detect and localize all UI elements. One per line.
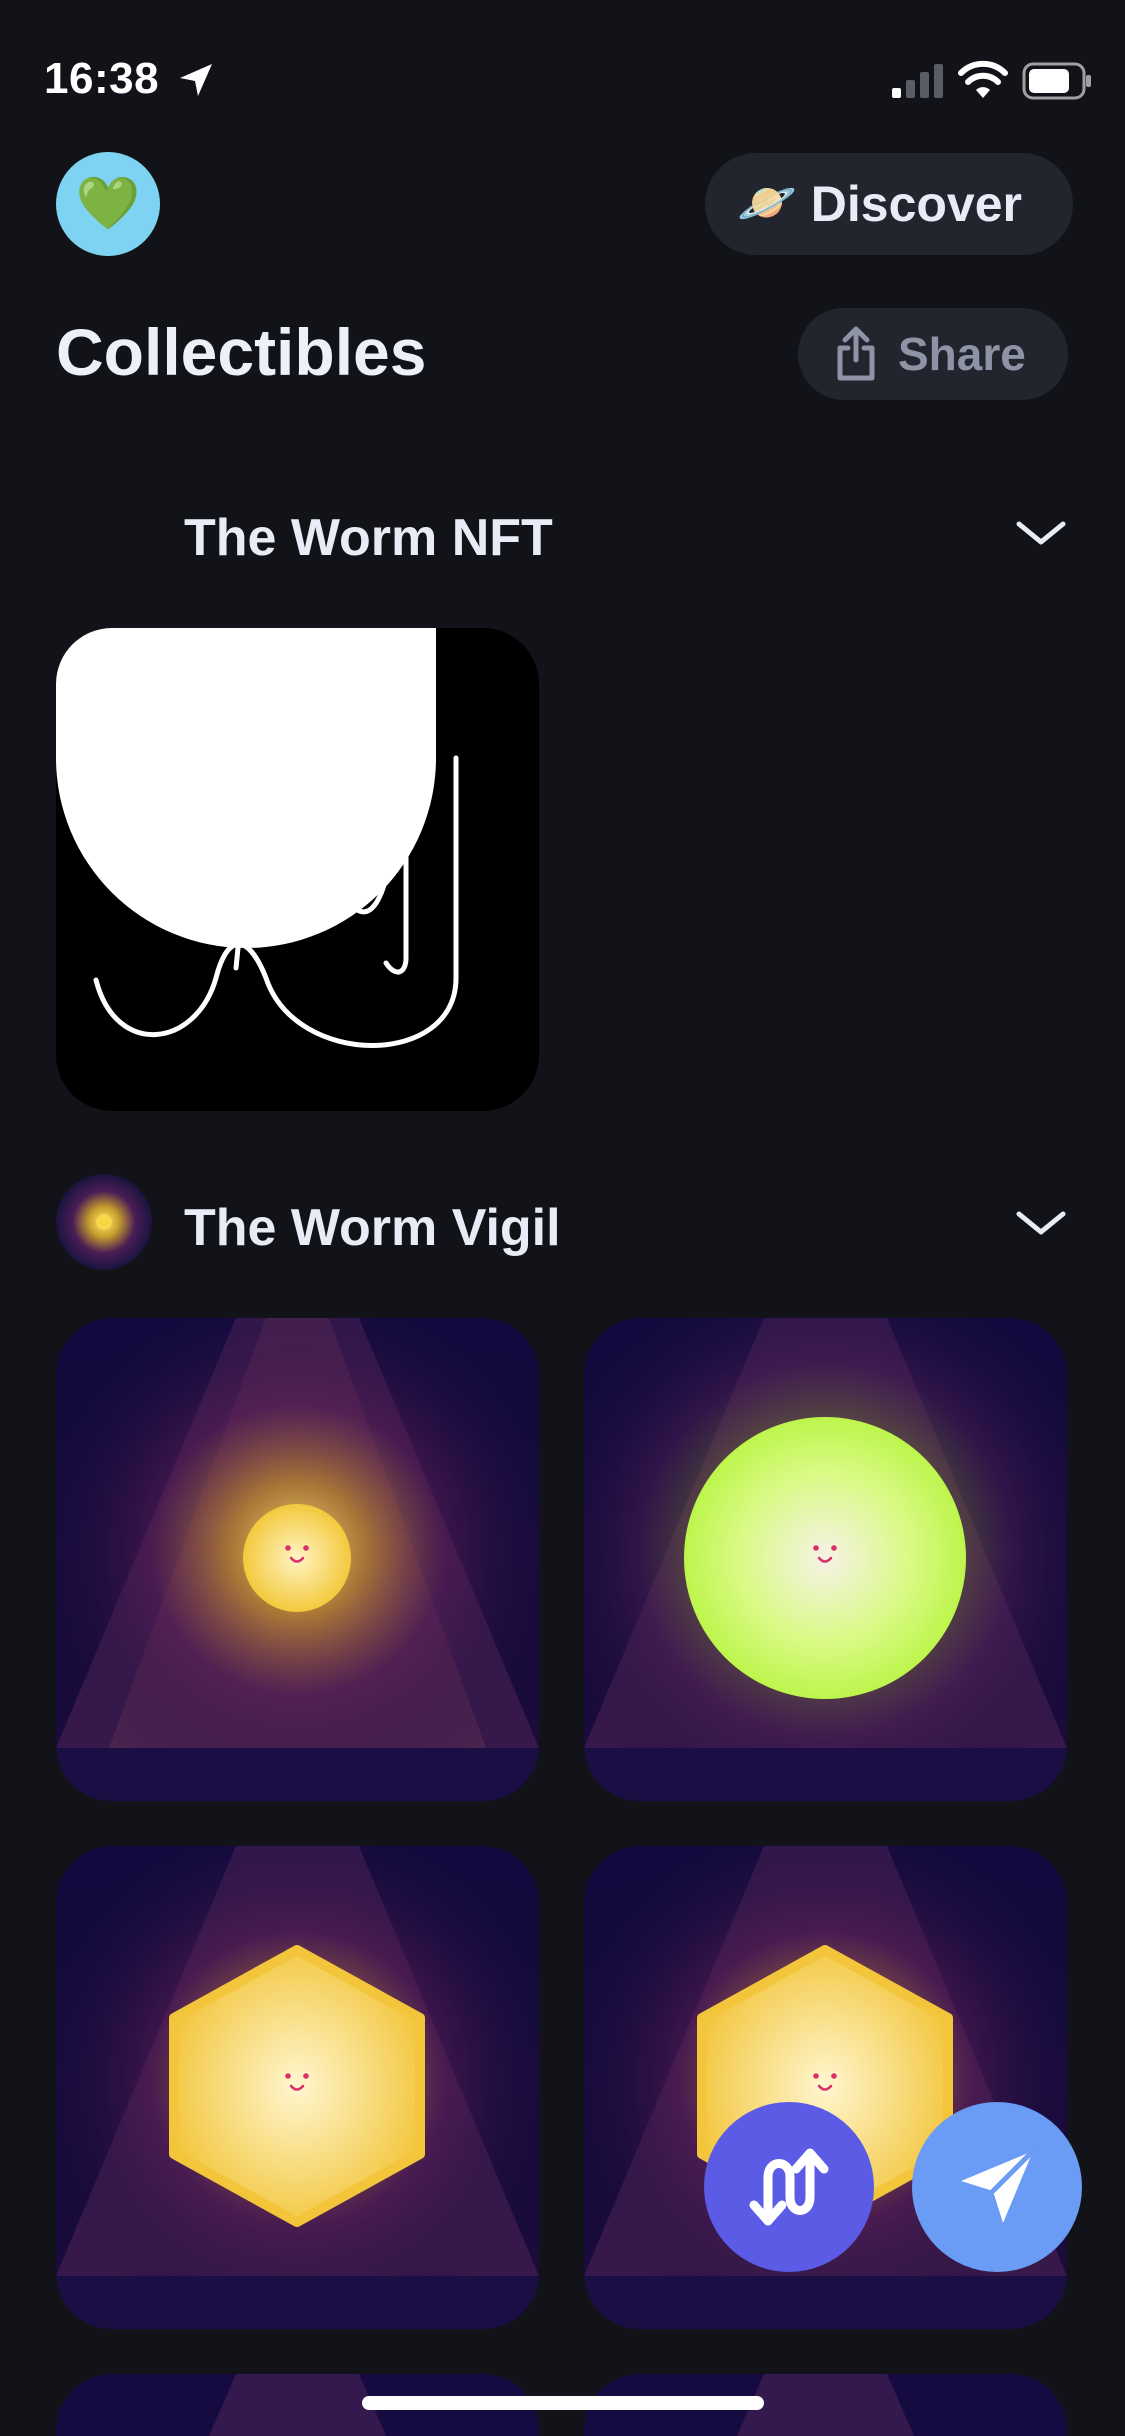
collection-header-worm-nft[interactable]: The Worm NFT (0, 478, 1125, 588)
collection-header-worm-vigil[interactable]: The Worm Vigil (0, 1168, 1125, 1278)
send-icon (961, 2148, 1036, 2223)
collection-thumbnail (56, 1174, 152, 1270)
discover-button[interactable]: 🪐 Discover (705, 153, 1073, 255)
share-button[interactable]: Share (798, 308, 1068, 400)
swap-button[interactable] (704, 2102, 874, 2272)
collection-title: The Worm Vigil (184, 1199, 561, 1257)
avatar[interactable]: 💚 (56, 152, 160, 256)
page-title: Collectibles (56, 315, 427, 389)
wifi-icon (958, 60, 1008, 98)
send-button[interactable] (912, 2102, 1082, 2272)
status-bar: 16:38 (0, 0, 1125, 140)
swap-icon (749, 2148, 829, 2226)
yellow-hexagon (56, 1846, 539, 2329)
planet-icon: 🪐 (737, 177, 797, 230)
location-arrow-icon (180, 64, 212, 96)
battery-icon (1022, 62, 1091, 100)
share-icon (837, 326, 875, 381)
chevron-down-icon[interactable] (1014, 516, 1068, 550)
share-label: Share (898, 328, 1026, 380)
nft-card-vigil[interactable] (56, 1318, 539, 1801)
heart-emoji: 💚 (75, 175, 141, 233)
small-yellow-orb (56, 1318, 539, 1801)
collection-title: The Worm NFT (184, 509, 553, 567)
discover-label: Discover (810, 176, 1022, 232)
cellular-signal-icon (892, 64, 943, 98)
chevron-down-icon[interactable] (1014, 1206, 1068, 1240)
worm-line-art (56, 628, 539, 1111)
nft-card-vigil[interactable] (56, 1846, 539, 2329)
screen: 16:38 💚 🪐 Discover Collectibles Share Th… (0, 0, 1125, 2436)
home-indicator[interactable] (362, 2396, 764, 2410)
large-green-orb (584, 1318, 1067, 1801)
nft-card-vigil[interactable] (584, 1318, 1067, 1801)
nft-card-worm[interactable] (56, 628, 539, 1111)
status-time: 16:38 (44, 54, 160, 103)
